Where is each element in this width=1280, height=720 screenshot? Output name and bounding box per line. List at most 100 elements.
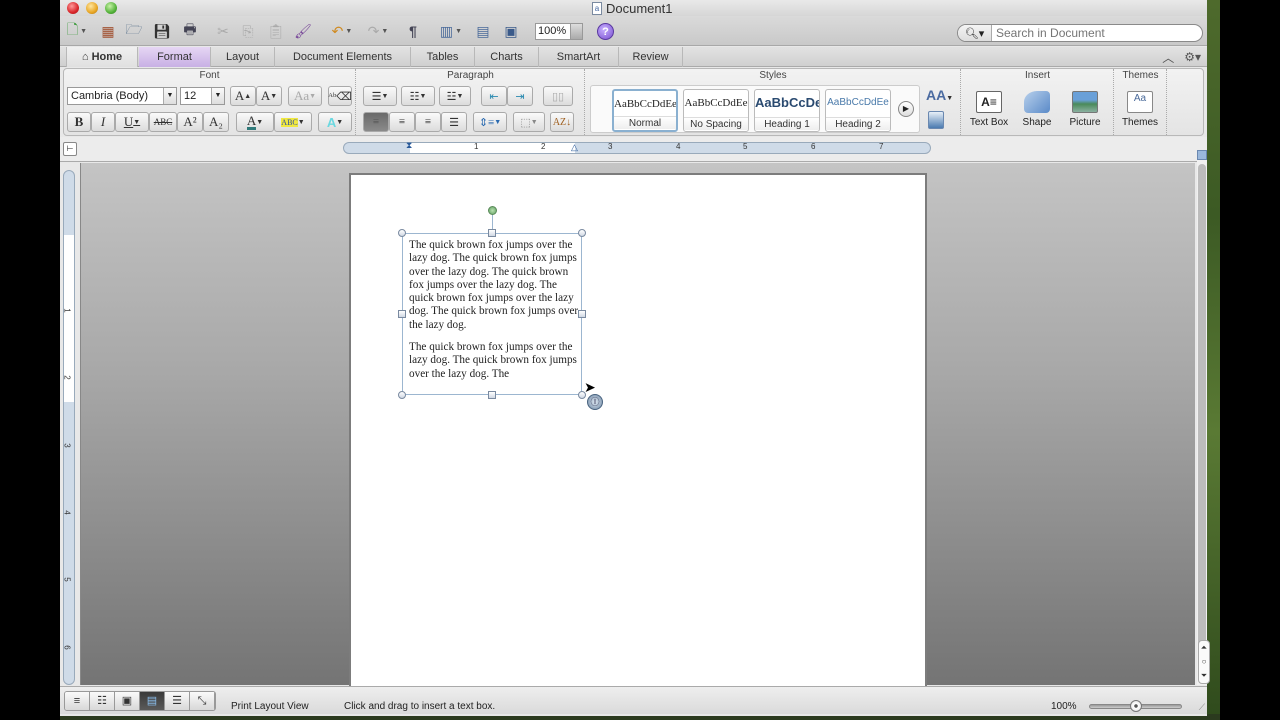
styles-pane-button[interactable] xyxy=(928,111,944,129)
insert-text-box-button[interactable]: A≡ Text Box xyxy=(966,91,1012,128)
zoom-dropdown[interactable]: 100% xyxy=(535,23,583,40)
superscript-button[interactable]: A² xyxy=(177,112,203,132)
style-heading-1[interactable]: AaBbCcDe Heading 1 xyxy=(754,89,820,132)
undo-button[interactable]: ↶ ▼ xyxy=(327,20,357,42)
tab-review[interactable]: Review xyxy=(619,47,683,67)
align-center-button[interactable]: ≡ xyxy=(389,112,415,132)
tab-stop-selector[interactable]: ⊢ xyxy=(63,142,77,156)
bold-button[interactable]: B xyxy=(67,112,91,132)
collapse-ribbon-icon[interactable]: ︿ xyxy=(1162,49,1174,66)
gallery-button[interactable]: ▦ xyxy=(98,20,118,42)
text-box-content[interactable]: The quick brown fox jumps over the lazy … xyxy=(409,239,579,394)
font-name-combo[interactable]: Cambria (Body) ▼ xyxy=(67,87,177,105)
style-heading-2[interactable]: AaBbCcDdEe Heading 2 xyxy=(825,89,891,132)
print-layout-view-button[interactable]: ▤ xyxy=(140,692,165,710)
shrink-font-button[interactable]: A ▼ xyxy=(256,86,282,106)
columns-button[interactable]: ▯▯ xyxy=(543,86,573,106)
publishing-layout-view-button[interactable]: ▣ xyxy=(115,692,140,710)
tab-smartart[interactable]: SmartArt xyxy=(539,47,619,67)
browse-object-icon[interactable]: ○ xyxy=(1199,655,1209,669)
text-box[interactable]: The quick brown fox jumps over the lazy … xyxy=(402,233,582,395)
clear-formatting-button[interactable]: ᴬᵇ⌫ xyxy=(328,86,352,106)
multilevel-list-button[interactable]: ☳ ▼ xyxy=(439,86,471,106)
resize-handle-top[interactable] xyxy=(488,229,496,237)
draft-view-button[interactable]: ≡ xyxy=(65,692,90,710)
indent-marker-icon[interactable]: ⧗ xyxy=(406,140,412,151)
numbering-button[interactable]: ☷ ▼ xyxy=(401,86,435,106)
zoom-window-button[interactable] xyxy=(105,2,117,14)
full-screen-view-button[interactable]: ⤡ xyxy=(190,692,215,710)
tab-home[interactable]: ⌂ Home xyxy=(66,47,138,67)
resize-handle-left[interactable] xyxy=(398,310,406,318)
styles-next-button[interactable]: ▶ xyxy=(898,101,914,117)
print-button[interactable]: 🖶 xyxy=(179,20,201,42)
resize-handle-right[interactable] xyxy=(578,310,586,318)
next-page-icon[interactable]: ⏷ xyxy=(1199,669,1209,683)
decrease-indent-button[interactable]: ⇤ xyxy=(481,86,507,106)
gear-icon[interactable]: ⚙▾ xyxy=(1184,50,1201,64)
highlight-button[interactable]: ABC ▼ xyxy=(274,112,312,132)
underline-button[interactable]: U ▼ xyxy=(115,112,149,132)
tab-charts[interactable]: Charts xyxy=(475,47,539,67)
paste-button[interactable]: 📋︎ xyxy=(266,20,286,42)
resize-handle-top-left[interactable] xyxy=(398,229,406,237)
tab-layout[interactable]: Layout xyxy=(211,47,275,67)
close-window-button[interactable] xyxy=(67,2,79,14)
split-view-handle[interactable] xyxy=(1197,150,1207,160)
grow-font-button[interactable]: A ▲ xyxy=(230,86,256,106)
save-button[interactable]: 💾︎ xyxy=(152,20,172,42)
resize-handle-bottom[interactable] xyxy=(488,391,496,399)
help-button[interactable]: ? xyxy=(597,23,614,40)
change-case-button[interactable]: Aa ▼ xyxy=(288,86,322,106)
search-field[interactable]: 🔍︎▾ xyxy=(957,24,1203,42)
sidebar-button[interactable]: ▥ ▼ xyxy=(437,20,465,42)
open-button[interactable]: 🗁 xyxy=(124,20,144,42)
italic-button[interactable]: I xyxy=(91,112,115,132)
align-left-button[interactable]: ≡ xyxy=(363,112,389,132)
increase-indent-button[interactable]: ⇥ xyxy=(507,86,533,106)
horizontal-ruler[interactable]: 1 2 3 4 5 6 7 ⧗ △ xyxy=(343,140,931,154)
notebook-layout-view-button[interactable]: ☰ xyxy=(165,692,190,710)
new-document-button[interactable]: 🗋 ▼ xyxy=(64,20,90,42)
redo-button[interactable]: ↷ ▼ xyxy=(363,20,393,42)
change-styles-button[interactable]: AA▼ xyxy=(926,87,953,103)
format-painter-button[interactable]: 🖌 xyxy=(292,20,314,42)
rotation-handle[interactable] xyxy=(488,206,497,215)
tab-format[interactable]: Format xyxy=(139,47,211,67)
text-box-link-icon[interactable]: Ⓘ xyxy=(587,394,603,410)
sort-button[interactable]: AZ↓ xyxy=(550,112,574,132)
search-icon[interactable]: 🔍︎▾ xyxy=(958,25,992,41)
minimize-window-button[interactable] xyxy=(86,2,98,14)
vertical-scrollbar[interactable] xyxy=(1197,150,1207,685)
cut-button[interactable]: ✂ xyxy=(213,20,233,42)
search-input[interactable] xyxy=(992,26,1192,40)
text-effects-button[interactable]: A ▼ xyxy=(318,112,352,132)
style-normal[interactable]: AaBbCcDdEe Normal xyxy=(612,89,678,132)
strikethrough-button[interactable]: ABC xyxy=(149,112,177,132)
tab-tables[interactable]: Tables xyxy=(411,47,475,67)
vertical-ruler[interactable]: 1 2 3 4 5 6 xyxy=(63,170,75,685)
align-right-button[interactable]: ≡ xyxy=(415,112,441,132)
toolbox-button[interactable]: ▤ xyxy=(473,20,493,42)
themes-button[interactable]: Aa Themes xyxy=(1117,91,1163,128)
borders-button[interactable]: ⬚ ▼ xyxy=(513,112,545,132)
resize-handle-top-right[interactable] xyxy=(578,229,586,237)
tab-document-elements[interactable]: Document Elements xyxy=(275,47,411,67)
copy-button[interactable]: ⎘ xyxy=(238,20,258,42)
subscript-button[interactable]: A₂ xyxy=(203,112,229,132)
outline-view-button[interactable]: ☷ xyxy=(90,692,115,710)
line-spacing-button[interactable]: ⇕≡ ▼ xyxy=(473,112,507,132)
insert-shape-button[interactable]: Shape xyxy=(1014,91,1060,128)
resize-grip-icon[interactable]: ⟋ xyxy=(1199,702,1205,713)
style-no-spacing[interactable]: AaBbCcDdEe No Spacing xyxy=(683,89,749,132)
zoom-slider-knob[interactable] xyxy=(1129,700,1142,712)
show-formatting-button[interactable]: ¶ xyxy=(405,20,421,42)
media-browser-button[interactable]: ▣ xyxy=(501,20,521,42)
resize-handle-bottom-left[interactable] xyxy=(398,391,406,399)
zoom-slider[interactable] xyxy=(1089,700,1182,712)
justify-button[interactable]: ☰ xyxy=(441,112,467,132)
insert-picture-button[interactable]: Picture xyxy=(1062,91,1108,128)
scroll-thumb[interactable] xyxy=(1198,164,1206,654)
previous-page-icon[interactable]: ⏶ xyxy=(1199,641,1209,655)
right-indent-marker-icon[interactable]: △ xyxy=(571,142,578,153)
